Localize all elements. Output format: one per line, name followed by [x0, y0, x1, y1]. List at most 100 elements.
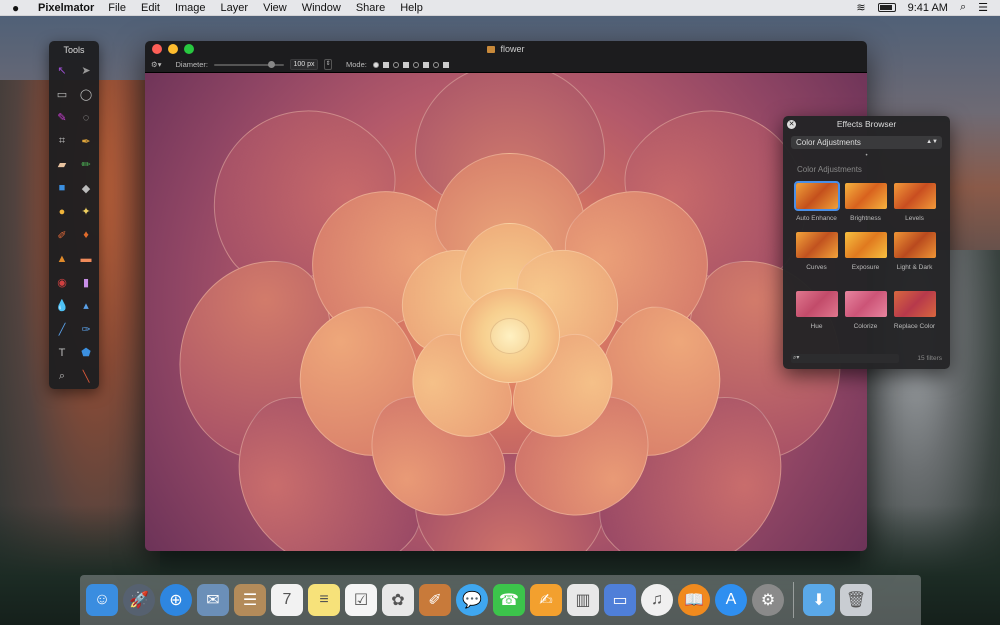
- menu-layer[interactable]: Layer: [221, 2, 249, 14]
- safari-icon[interactable]: ⊕: [160, 584, 192, 616]
- menu-window[interactable]: Window: [302, 2, 341, 14]
- reminders-icon[interactable]: ☑: [345, 584, 377, 616]
- mode-radio-new[interactable]: [372, 61, 379, 68]
- finder-icon[interactable]: ☺: [86, 584, 118, 616]
- mode-radio-intersect[interactable]: [432, 61, 439, 68]
- stamp-icon[interactable]: ▲: [50, 247, 74, 271]
- ibooks-icon[interactable]: 📖: [678, 584, 710, 616]
- effect-thumbnail[interactable]: [893, 291, 936, 317]
- diameter-stepper[interactable]: ⇕: [324, 59, 333, 70]
- messages-icon[interactable]: 💬: [456, 584, 488, 616]
- mode-radio-add[interactable]: [392, 61, 399, 68]
- window-titlebar[interactable]: flower: [145, 41, 867, 57]
- fill-icon[interactable]: ■: [50, 177, 74, 201]
- menu-help[interactable]: Help: [400, 2, 423, 14]
- effect-thumbnail[interactable]: [893, 232, 936, 258]
- effect-item[interactable]: Replace Color: [890, 287, 939, 336]
- pencil-icon[interactable]: ✏: [74, 153, 98, 177]
- effect-item[interactable]: Light & Dark: [890, 228, 939, 277]
- flower-core: [490, 318, 530, 354]
- downloads-icon[interactable]: ⬇: [803, 584, 835, 616]
- effect-item[interactable]: Exposure: [841, 228, 890, 277]
- bandage-icon[interactable]: ▬: [74, 247, 98, 271]
- effect-thumbnail[interactable]: [795, 291, 838, 317]
- wifi-icon[interactable]: ≋: [856, 1, 865, 14]
- sponge-icon[interactable]: ●: [50, 200, 74, 224]
- lasso-icon[interactable]: ◌: [74, 106, 98, 130]
- effect-thumbnail[interactable]: [844, 232, 887, 258]
- rect-select-icon[interactable]: ▭: [50, 83, 74, 107]
- photos-icon[interactable]: ✿: [382, 584, 414, 616]
- effect-item[interactable]: Auto Enhance: [792, 179, 841, 228]
- shape-icon[interactable]: ⬟: [74, 341, 98, 365]
- effects-browser-header[interactable]: ✕ Effects Browser: [783, 116, 950, 133]
- type-icon[interactable]: T: [50, 341, 74, 365]
- drop-icon[interactable]: 💧: [50, 294, 74, 318]
- ellipse-select-icon[interactable]: ◯: [74, 83, 98, 107]
- notes-icon[interactable]: ≡: [308, 584, 340, 616]
- menu-share[interactable]: Share: [356, 2, 385, 14]
- mail-icon[interactable]: ✉: [197, 584, 229, 616]
- move-icon[interactable]: ➤: [74, 59, 98, 83]
- effect-item[interactable]: Hue: [792, 287, 841, 336]
- effect-item[interactable]: Brightness: [841, 179, 890, 228]
- color-picker-icon[interactable]: ╲: [74, 365, 98, 389]
- page-indicator[interactable]: •: [783, 149, 950, 163]
- paint-select-icon[interactable]: ✎: [50, 106, 74, 130]
- trash-icon[interactable]: 🗑: [840, 584, 872, 616]
- effect-thumbnail[interactable]: [844, 291, 887, 317]
- smudge-icon[interactable]: ╱: [50, 318, 74, 342]
- eyedropper-icon[interactable]: ✒: [74, 130, 98, 154]
- notification-center-icon[interactable]: ☰: [978, 1, 988, 14]
- effect-item[interactable]: Colorize: [841, 287, 890, 336]
- battery-icon[interactable]: [877, 3, 896, 12]
- tool-options-gear-icon[interactable]: ⚙▾: [151, 60, 162, 69]
- menu-image[interactable]: Image: [175, 2, 206, 14]
- keynote-icon[interactable]: ▭: [604, 584, 636, 616]
- app-store-icon[interactable]: A: [715, 584, 747, 616]
- spotlight-search-icon[interactable]: ⌕: [960, 1, 966, 14]
- effect-thumbnail[interactable]: [793, 181, 840, 211]
- burn-icon[interactable]: ♦: [74, 224, 98, 248]
- zoom-icon[interactable]: ⌕: [50, 365, 74, 389]
- menu-file[interactable]: File: [108, 2, 126, 14]
- red-eye-icon[interactable]: ◉: [50, 271, 74, 295]
- sharpen-icon[interactable]: ▴: [74, 294, 98, 318]
- diameter-field[interactable]: 100 px: [290, 59, 319, 70]
- effect-item[interactable]: Curves: [792, 228, 841, 277]
- brush-icon[interactable]: ✐: [50, 224, 74, 248]
- system-preferences-icon[interactable]: ⚙: [752, 584, 784, 616]
- light-eraser-icon[interactable]: ▮: [74, 271, 98, 295]
- itunes-icon[interactable]: ♫: [641, 584, 673, 616]
- menu-edit[interactable]: Edit: [141, 2, 160, 14]
- magic-wand-icon[interactable]: ✦: [74, 200, 98, 224]
- pen-icon[interactable]: ✑: [74, 318, 98, 342]
- effect-thumbnail[interactable]: [844, 183, 887, 209]
- diameter-slider[interactable]: [214, 60, 285, 68]
- facetime-icon[interactable]: ☎: [493, 584, 525, 616]
- arrange-icon[interactable]: ↖: [50, 59, 74, 83]
- crop-icon[interactable]: ⌗: [50, 130, 74, 154]
- apple-menu-icon[interactable]: ●: [12, 1, 26, 15]
- mode-new-icon: [382, 61, 389, 68]
- effects-search-input[interactable]: ⌕▾: [791, 353, 899, 363]
- effect-thumbnail[interactable]: [795, 232, 838, 258]
- clock[interactable]: 9:41 AM: [908, 2, 948, 14]
- effect-item[interactable]: Levels: [890, 179, 939, 228]
- paint-bucket-icon[interactable]: ◆: [74, 177, 98, 201]
- pixelmator-icon[interactable]: ✐: [419, 584, 451, 616]
- eraser-icon[interactable]: ▰: [50, 153, 74, 177]
- app-menu[interactable]: Pixelmator: [38, 2, 94, 14]
- contacts-icon[interactable]: ☰: [234, 584, 266, 616]
- diameter-slider-knob[interactable]: [268, 60, 276, 68]
- mode-radio-subtract[interactable]: [412, 61, 419, 68]
- pages-icon[interactable]: ✍: [530, 584, 562, 616]
- image-canvas[interactable]: [145, 73, 867, 551]
- effects-close-button[interactable]: ✕: [787, 120, 796, 129]
- launchpad-icon[interactable]: 🚀: [123, 584, 155, 616]
- calendar-icon[interactable]: 7: [271, 584, 303, 616]
- menu-view[interactable]: View: [263, 2, 287, 14]
- effects-category-select[interactable]: Color Adjustments ▲▼: [791, 136, 942, 149]
- numbers-icon[interactable]: ▥: [567, 584, 599, 616]
- effect-thumbnail[interactable]: [893, 183, 936, 209]
